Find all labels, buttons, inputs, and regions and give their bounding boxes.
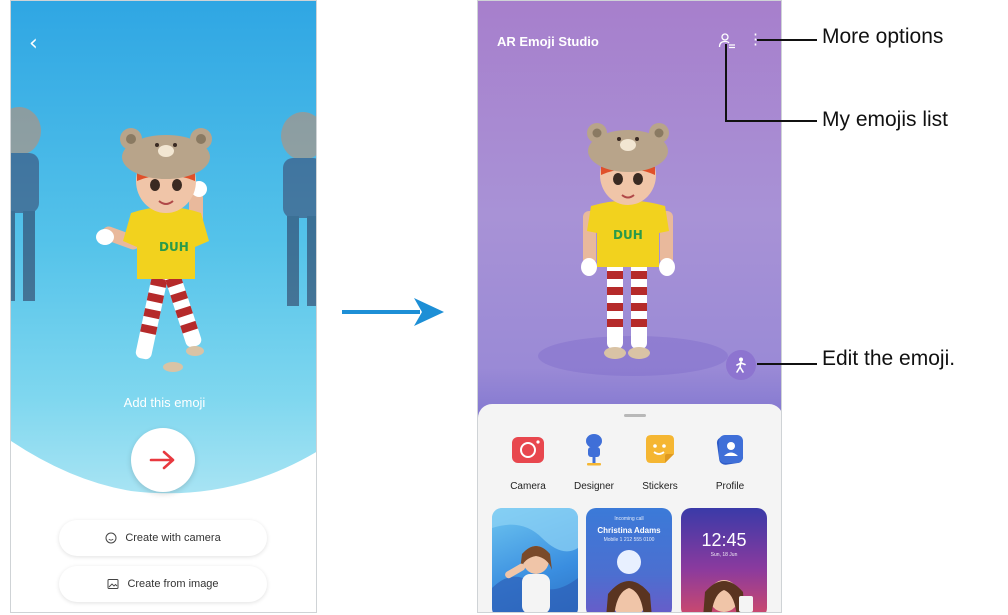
image-icon: [107, 579, 119, 589]
background-avatar-left: [11, 107, 41, 301]
feature-camera[interactable]: Camera: [493, 432, 563, 492]
arrow-right-icon: [149, 450, 175, 470]
call-screen-art: [606, 550, 652, 612]
call-screen-thumbnail[interactable]: Incoming call Christina Adams Mobile 1 2…: [586, 508, 672, 612]
callout-more-options: More options: [822, 25, 944, 48]
callout-my-emojis-list: My emojis list: [822, 108, 949, 131]
edit-emoji-button[interactable]: [726, 350, 756, 380]
lock-screen-art: [703, 580, 753, 612]
lock-screen-thumbnail[interactable]: 12:45 Sun, 18 Jun: [681, 508, 767, 612]
create-from-image-button[interactable]: Create from image: [59, 566, 267, 602]
chevron-left-icon[interactable]: ‹: [29, 29, 59, 59]
feature-label: Stickers: [642, 481, 678, 492]
sticker-icon: [646, 435, 674, 463]
sticker-preview-thumbnail[interactable]: [492, 508, 578, 612]
add-emoji-prompt: Add this emoji: [123, 395, 206, 410]
feature-label: Camera: [510, 481, 546, 492]
feature-designer[interactable]: Designer: [559, 432, 629, 492]
callout-edit-emoji: Edit the emoji.: [822, 347, 956, 370]
callout-edit-emoji-line: [757, 363, 817, 365]
create-with-camera-label: Create with camera: [125, 532, 221, 544]
next-button[interactable]: [131, 428, 195, 492]
callout-my-emojis-line: [725, 44, 817, 122]
add-emoji-screen: ‹ DUH Add this emoji Create with camera …: [10, 0, 317, 613]
svg-text:DUH: DUH: [613, 228, 643, 242]
face-icon: [105, 532, 117, 544]
feature-profile[interactable]: Profile: [695, 432, 765, 492]
create-from-image-label: Create from image: [127, 578, 219, 590]
features-sheet: Camera Designer Stickers Profile Incomin…: [478, 404, 781, 612]
emoji-avatar: DUH: [96, 128, 212, 372]
emoji-avatar: DUH: [581, 123, 675, 359]
app-title: AR Emoji Studio: [497, 34, 599, 49]
sheet-handle[interactable]: [624, 414, 646, 417]
flow-arrow-icon: [342, 298, 444, 326]
camera-icon: [512, 437, 544, 463]
create-with-camera-button[interactable]: Create with camera: [59, 520, 267, 556]
mannequin-icon: [586, 434, 602, 466]
background-avatar-right: [281, 112, 316, 306]
svg-text:DUH: DUH: [159, 240, 189, 254]
feature-stickers[interactable]: Stickers: [625, 432, 695, 492]
profile-card-icon: [716, 435, 744, 465]
sticker-preview-art: [492, 508, 578, 612]
person-walk-icon: [736, 357, 746, 373]
feature-label: Designer: [573, 481, 615, 492]
feature-label: Profile: [715, 481, 745, 492]
